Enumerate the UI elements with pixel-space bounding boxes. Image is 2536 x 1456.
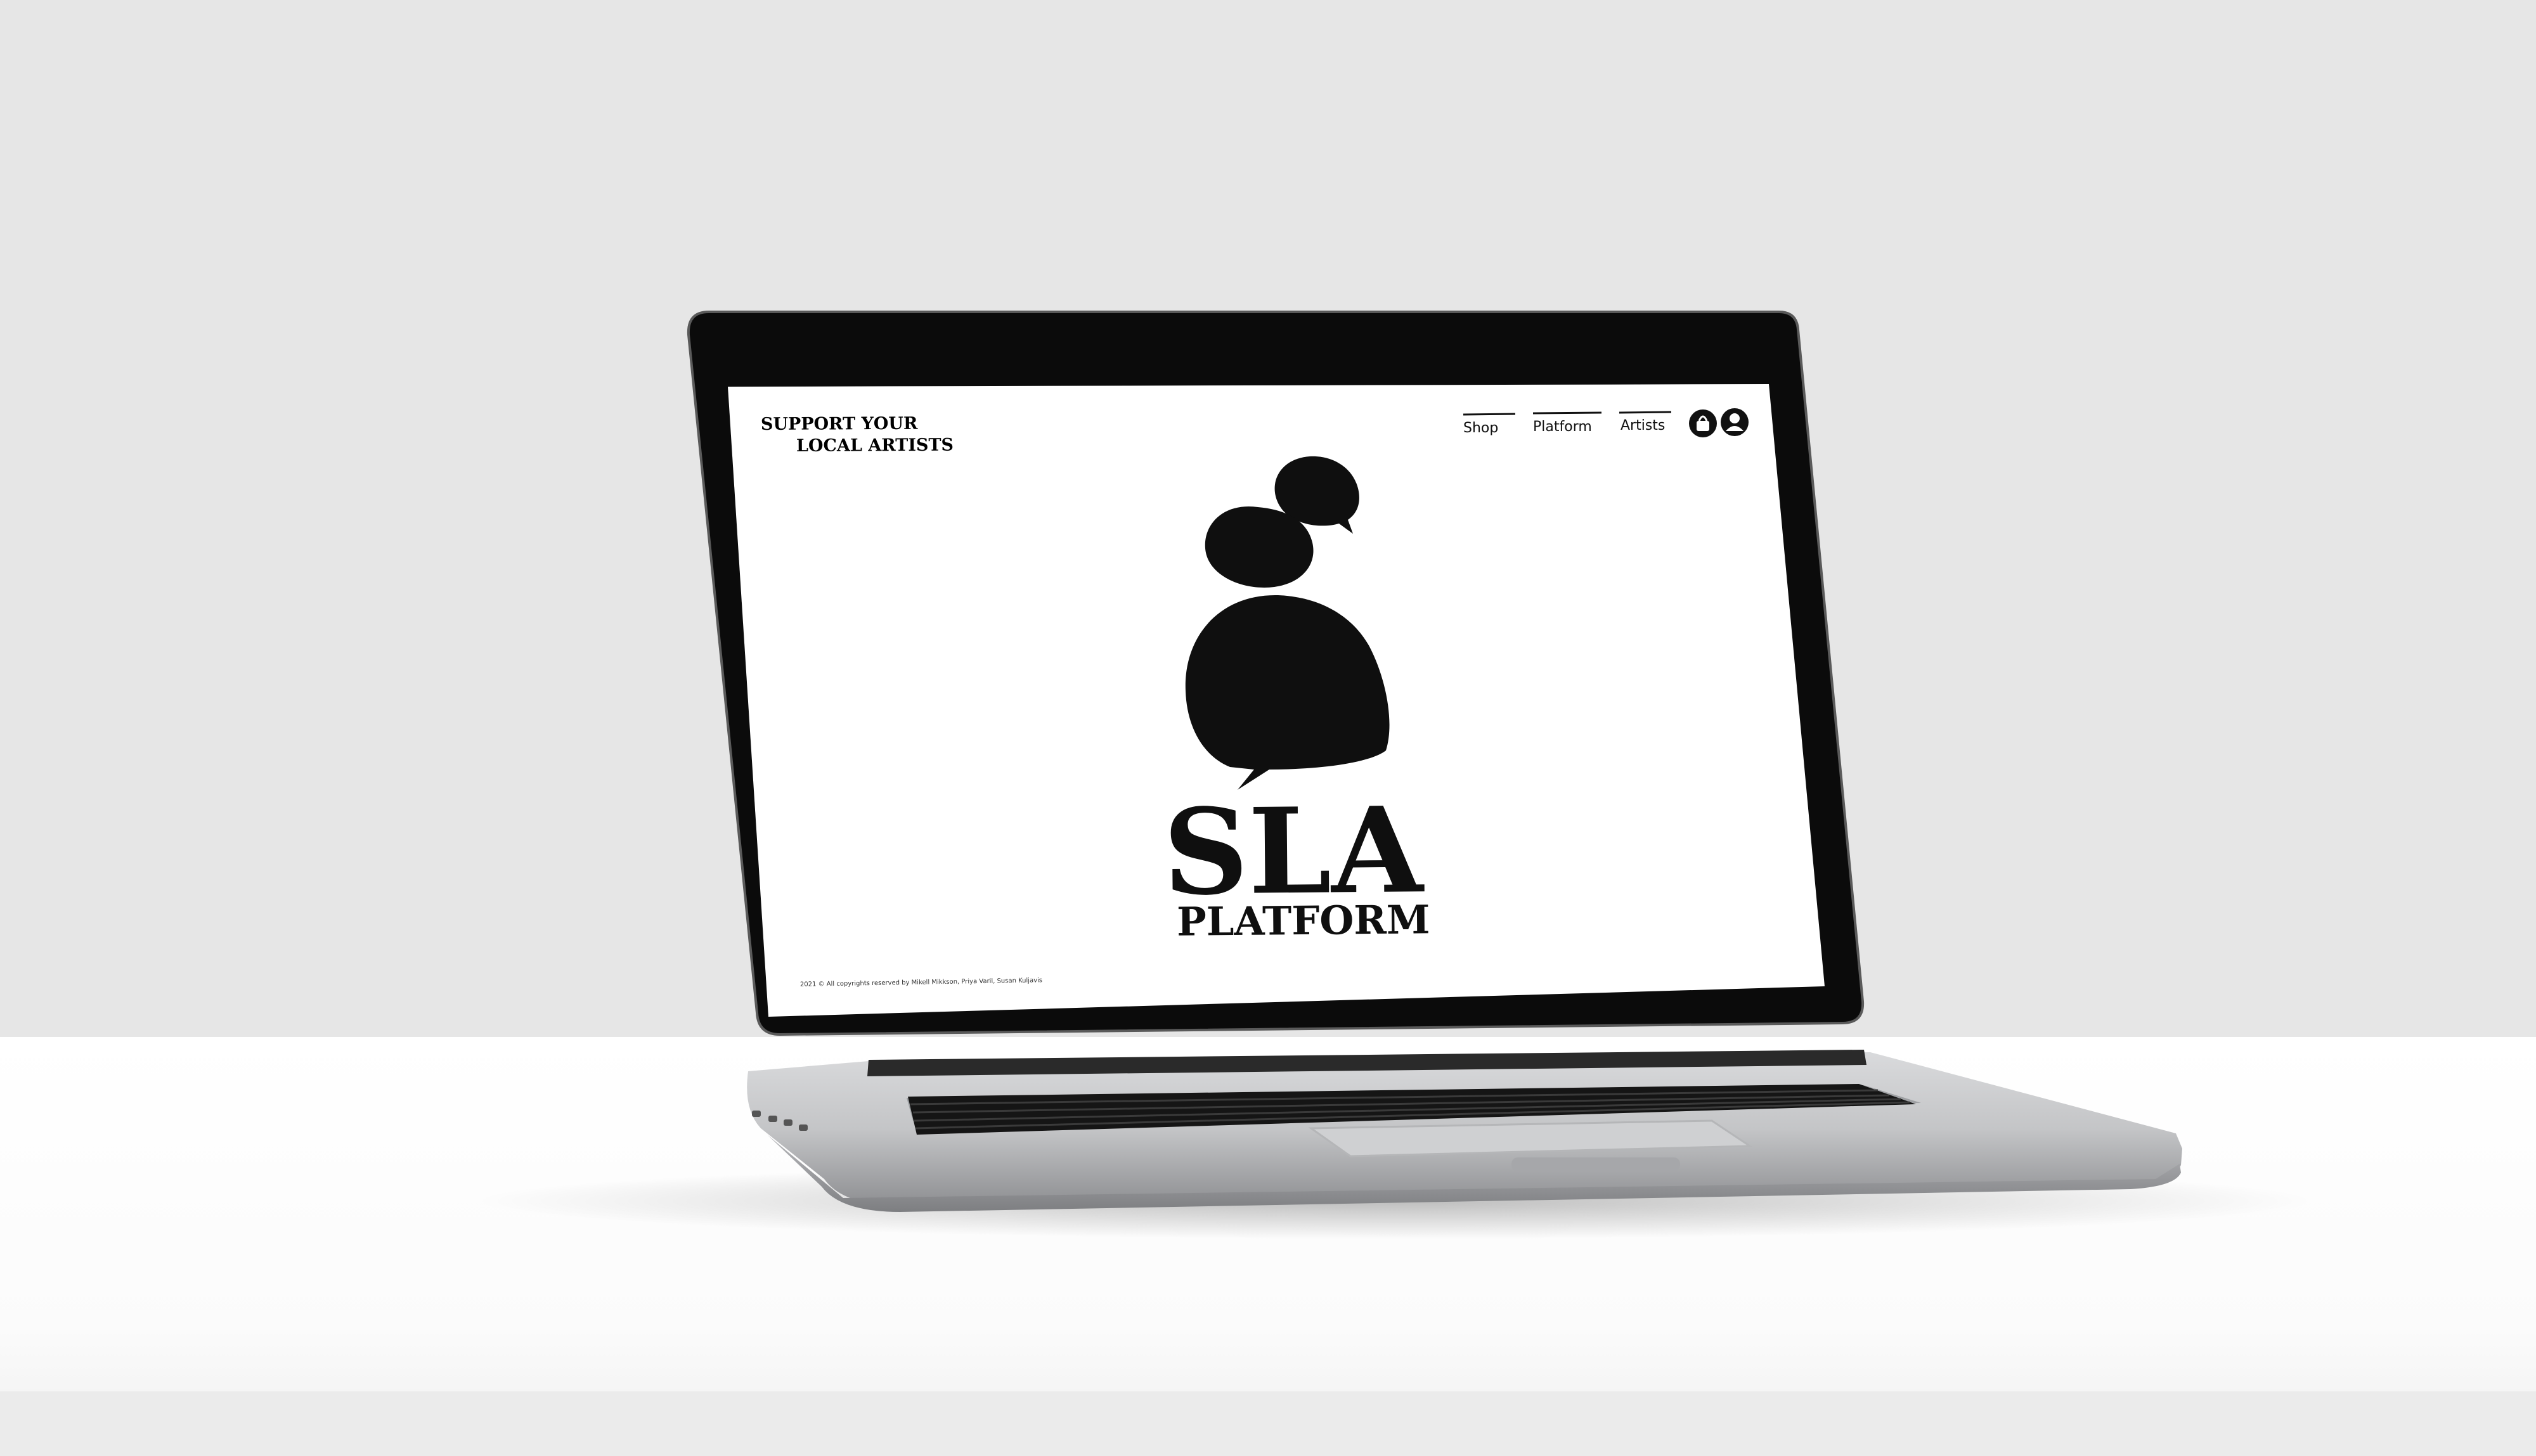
site-tagline-line1[interactable]: SUPPORT YOUR [761, 414, 918, 434]
nav-underline-artists [1619, 411, 1672, 414]
user-account-icon[interactable] [1721, 408, 1749, 436]
mockup-scene: SUPPORT YOUR LOCAL ARTISTS Shop Platform… [0, 0, 2536, 1456]
nav-underline-shop [1463, 413, 1516, 416]
shopping-bag-icon[interactable] [1689, 409, 1717, 437]
table-front-edge [0, 1391, 2536, 1456]
nav-item-shop[interactable]: Shop [1463, 420, 1498, 436]
site-tagline-line2[interactable]: LOCAL ARTISTS [796, 435, 954, 456]
laptop-screen: SUPPORT YOUR LOCAL ARTISTS Shop Platform… [728, 384, 1825, 1017]
nav-item-artists[interactable]: Artists [1621, 418, 1665, 434]
lid-notch [1511, 1157, 1680, 1171]
nav-item-platform[interactable]: Platform [1533, 419, 1592, 435]
logo-subtitle: PLATFORM [1177, 896, 1430, 944]
